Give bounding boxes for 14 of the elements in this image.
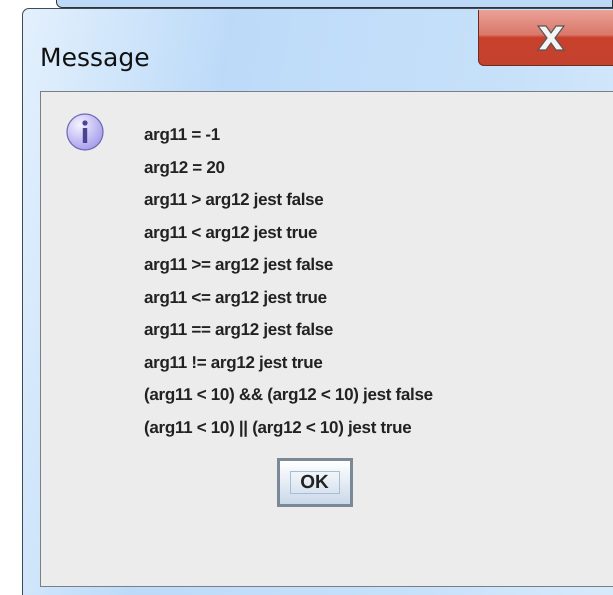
- message-line: (arg11 < 10) && (arg12 < 10) jest false: [144, 384, 433, 406]
- message-line: arg11 <= arg12 jest true: [144, 286, 328, 309]
- close-button[interactable]: [478, 10, 613, 66]
- message-line: arg11 < arg12 jest true: [144, 222, 318, 244]
- window-title: Message: [40, 43, 150, 72]
- ok-button[interactable]: OK: [276, 458, 352, 507]
- message-line: arg11 != arg12 jest true: [144, 352, 324, 374]
- info-icon: [66, 113, 104, 151]
- message-line: arg11 == arg12 jest false: [144, 319, 334, 341]
- message-line: (arg11 < 10) || (arg12 < 10) jest true: [144, 416, 412, 439]
- message-line: arg11 = -1: [144, 124, 221, 146]
- message-line: arg11 >= arg12 jest false: [144, 254, 334, 276]
- message-line: arg12 = 20: [144, 156, 226, 179]
- message-line: arg11 > arg12 jest false: [144, 189, 324, 211]
